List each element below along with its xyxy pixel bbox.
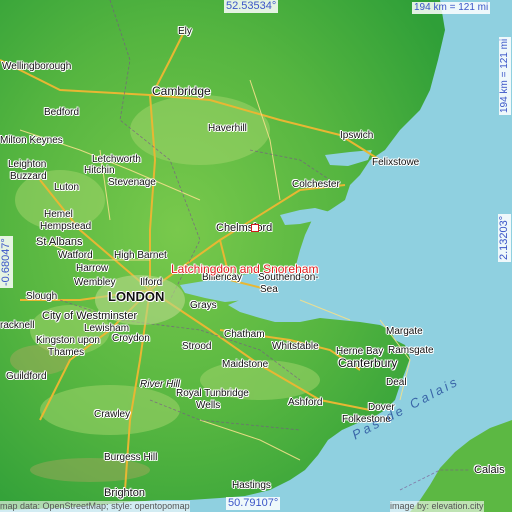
scale-vertical: 194 km = 121 mi [499, 36, 511, 115]
town-label-ely: Ely [178, 26, 192, 37]
area-label-river-hill: River Hill [140, 379, 180, 390]
town-label-leighton: Leighton [8, 159, 47, 170]
town-label-margate: Margate [386, 326, 423, 337]
town-label-hastings: Hastings [232, 480, 271, 491]
town-label-croydon: Croydon [112, 333, 150, 344]
city-label-westminster: City of Westminster [42, 310, 138, 322]
city-label-calais: Calais [474, 464, 505, 476]
town-label-hemel: Hemel [44, 209, 73, 220]
city-label-london: LONDON [108, 289, 165, 304]
city-label-st-albans: St Albans [36, 236, 83, 248]
town-label-sea: Sea [260, 284, 278, 295]
town-label-wells: Wells [196, 400, 221, 411]
town-label-thames: Thames [48, 347, 85, 358]
town-label-haverhill: Haverhill [208, 123, 247, 134]
coord-left: -0.68047° [0, 236, 13, 288]
city-label-brighton: Brighton [104, 487, 145, 499]
map-view[interactable]: 52.53534° 50.79107° -0.68047° 2.13203° 1… [0, 0, 512, 512]
coord-top: 52.53534° [224, 0, 279, 13]
town-label-whitstable: Whitstable [272, 341, 319, 352]
town-label-felixstowe: Felixstowe [372, 157, 420, 168]
town-label-hempstead: Hempstead [40, 221, 92, 232]
town-label-grays: Grays [190, 300, 217, 311]
coord-bottom: 50.79107° [226, 497, 281, 510]
town-label-high-barnet: High Barnet [114, 250, 167, 261]
attribution-image: image by: elevation.city [390, 501, 484, 512]
attribution-map-data: map data: OpenStreetMap; style: opentopo… [0, 501, 190, 512]
town-label-ashford: Ashford [288, 397, 323, 408]
town-label-strood: Strood [182, 341, 212, 352]
town-label-stevenage: Stevenage [108, 177, 156, 188]
town-label-ramsgate: Ramsgate [388, 345, 434, 356]
town-label-harrow: Harrow [76, 263, 109, 274]
coord-right: 2.13203° [498, 213, 511, 262]
town-label-herne-bay: Herne Bay [336, 346, 384, 357]
town-label-milton-keynes: Milton Keynes [0, 135, 63, 146]
town-label-wellingborough: Wellingborough [2, 61, 72, 72]
scale-horizontal: 194 km = 121 mi [412, 2, 491, 14]
town-label-wembley: Wembley [74, 277, 116, 288]
town-label-maidstone: Maidstone [222, 359, 269, 370]
town-label-guildford: Guildford [6, 371, 47, 382]
town-label-ilford: Ilford [140, 277, 163, 288]
town-label-colchester: Colchester [292, 179, 340, 190]
town-label-slough: Slough [26, 291, 58, 302]
town-label-luton: Luton [54, 182, 80, 193]
town-label-bedford: Bedford [44, 107, 80, 118]
location-marker[interactable] [251, 224, 259, 232]
city-label-cambridge: Cambridge [152, 84, 211, 98]
town-label-deal: Deal [386, 377, 407, 388]
town-label-hitchin: Hitchin [84, 165, 115, 176]
town-label-kingston: Kingston upon [36, 335, 100, 346]
city-label-canterbury: Canterbury [338, 356, 398, 370]
town-label-royal-tunbridge: Royal Tunbridge [176, 388, 249, 399]
place-label: Latchingdon and Snoreham [171, 262, 319, 276]
town-label-watford: Watford [58, 250, 93, 261]
town-label-bracknell: racknell [0, 320, 35, 331]
town-label-buzzard: Buzzard [10, 171, 47, 182]
town-label-crawley: Crawley [94, 409, 131, 420]
city-label-chelmsford: Chelmsford [216, 222, 273, 234]
town-label-chatham: Chatham [224, 329, 265, 340]
town-label-letchworth: Letchworth [92, 154, 141, 165]
town-label-ipswich: Ipswich [340, 130, 374, 141]
town-label-burgess-hill: Burgess Hill [104, 452, 158, 463]
